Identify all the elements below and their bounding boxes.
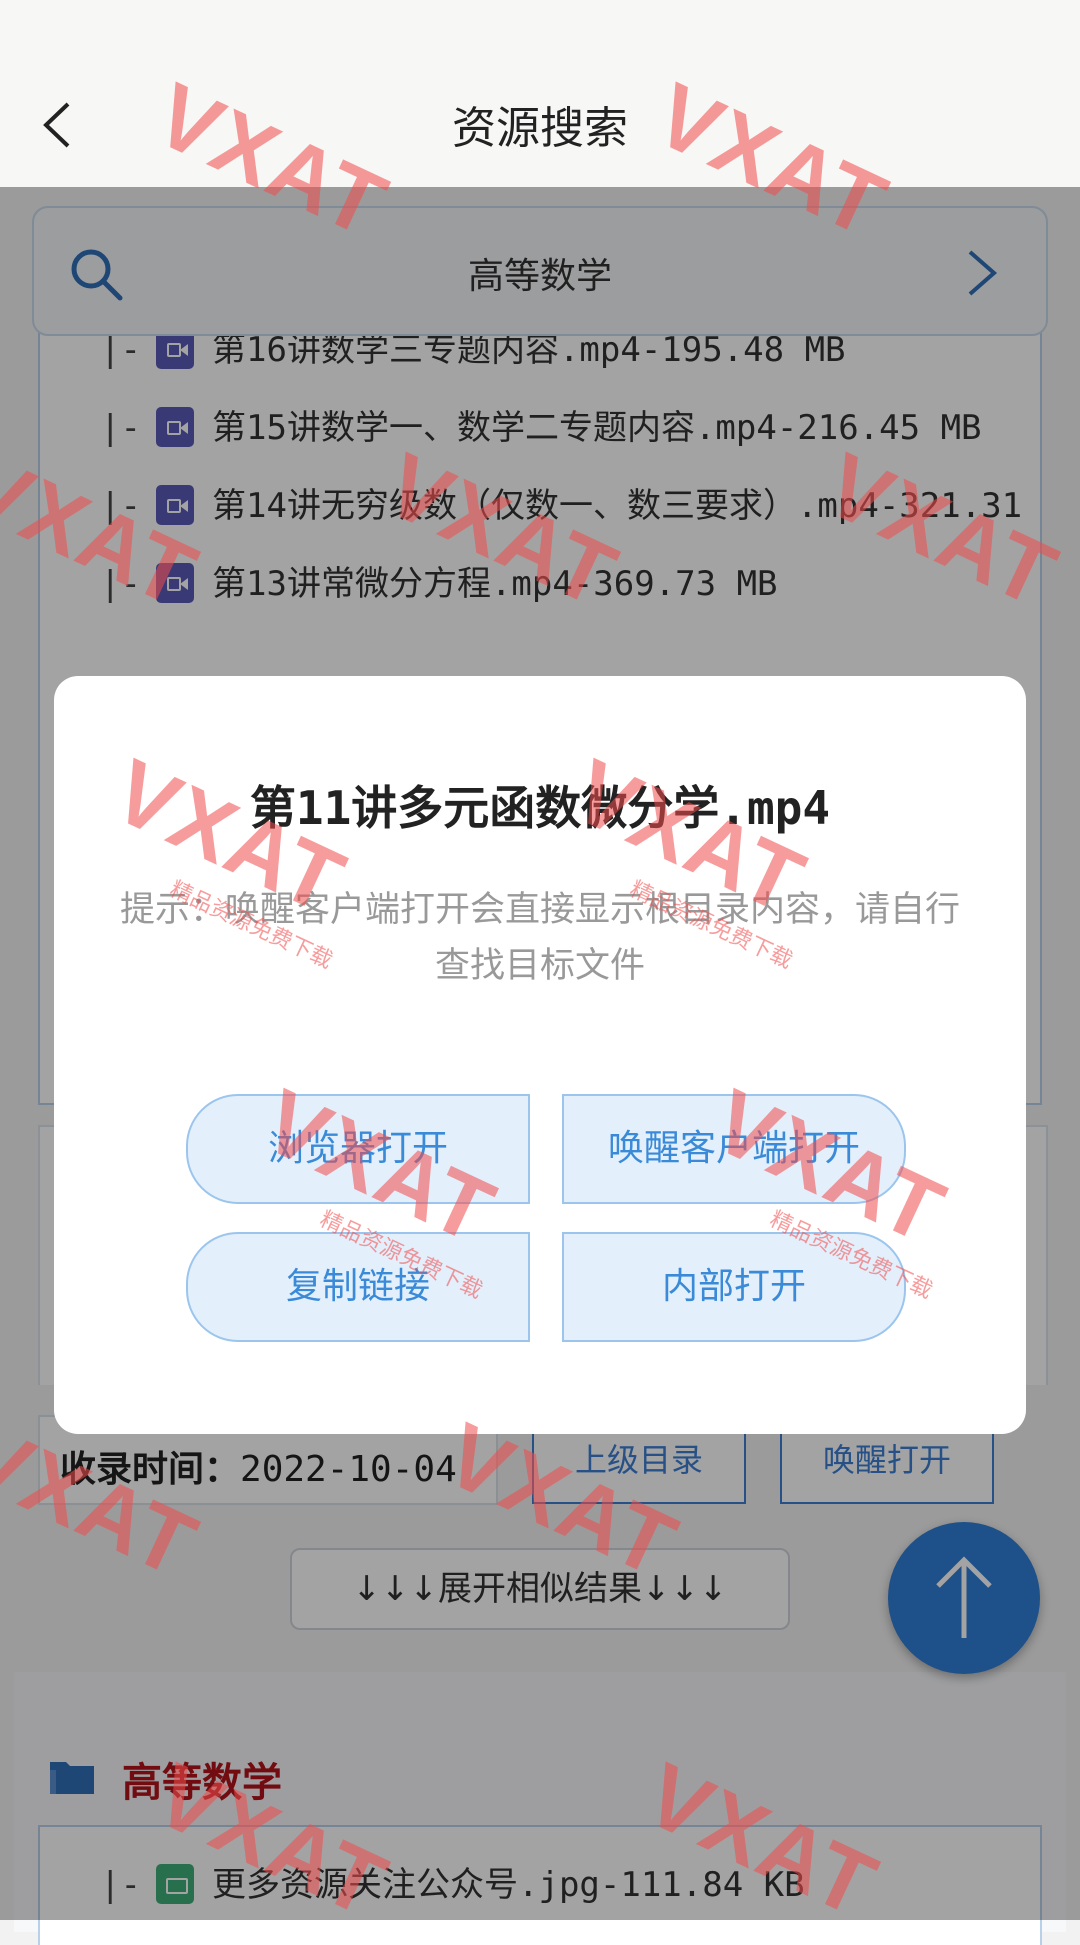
dialog-hint: 提示：唤醒客户端打开会直接显示根目录内容，请自行查找目标文件 [119, 890, 960, 986]
page-title: 资源搜索 [452, 103, 628, 154]
open-in-browser-button[interactable]: 浏览器打开 [186, 1094, 530, 1204]
dialog-title: 第11讲多元函数微分学.mp4 [249, 781, 831, 835]
copy-link-button[interactable]: 复制链接 [186, 1232, 530, 1342]
wake-client-button[interactable]: 唤醒客户端打开 [562, 1094, 906, 1204]
open-internally-button[interactable]: 内部打开 [562, 1232, 906, 1342]
open-file-dialog: 第11讲多元函数微分学.mp4 提示：唤醒客户端打开会直接显示根目录内容，请自行… [54, 676, 1026, 1434]
